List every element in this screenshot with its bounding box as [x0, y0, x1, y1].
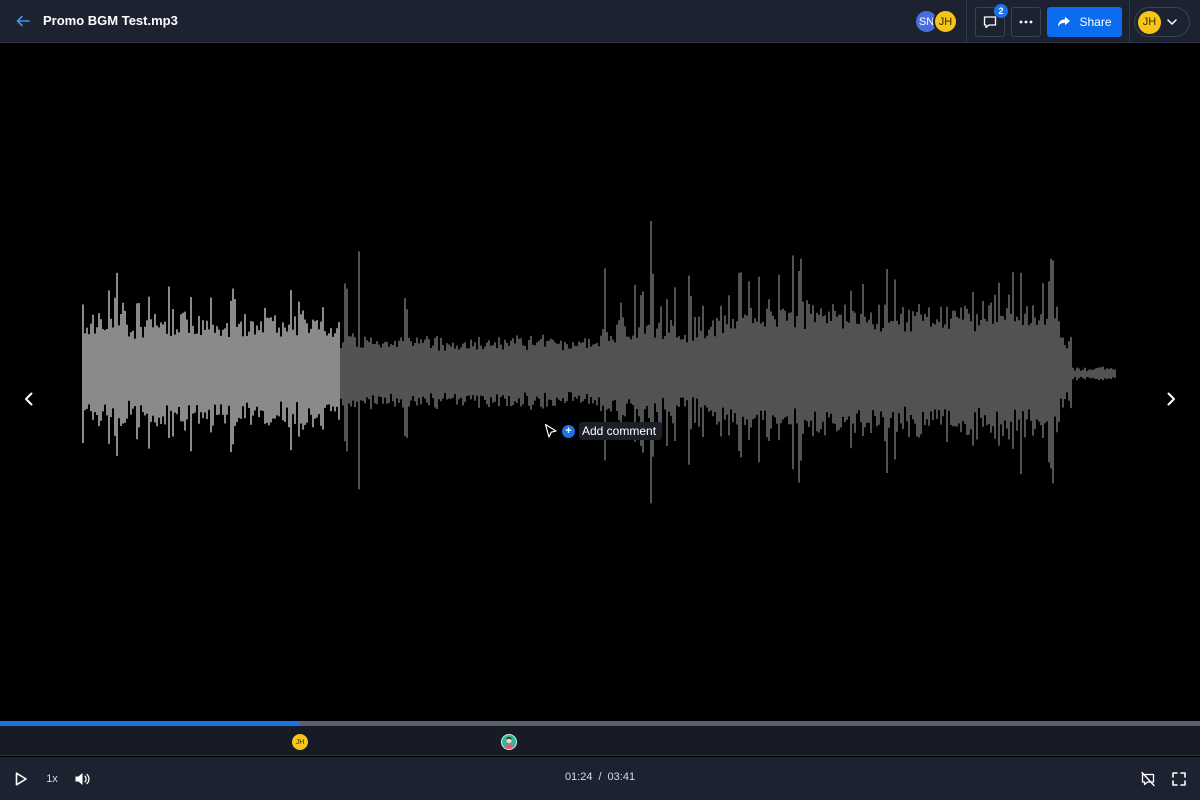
- comment-count-badge: 2: [994, 4, 1008, 18]
- timecode: 01:24 / 03:41: [0, 771, 1200, 783]
- next-file-button[interactable]: [1161, 389, 1181, 409]
- current-time: 01:24: [564, 771, 593, 783]
- back-button[interactable]: [12, 10, 34, 32]
- add-comment-label: Add comment: [579, 422, 663, 440]
- add-comment-plus-icon: +: [562, 424, 575, 438]
- hide-comments-button[interactable]: [1139, 769, 1157, 789]
- previous-file-button[interactable]: [19, 389, 39, 409]
- more-options-button[interactable]: [1011, 7, 1041, 37]
- player-controls: 1x 01:24/03:41: [0, 757, 1200, 800]
- fullscreen-button[interactable]: [1170, 769, 1188, 789]
- header-divider: [1129, 0, 1130, 43]
- file-title: Promo BGM Test.mp3: [43, 13, 178, 28]
- header-divider: [966, 0, 967, 43]
- arrow-left-icon: [16, 15, 30, 27]
- time-separator: /: [598, 771, 602, 783]
- fullscreen-icon: [1172, 772, 1186, 786]
- comments-off-icon: [1141, 771, 1155, 787]
- comment-markers-track: JH: [0, 726, 1200, 756]
- share-arrow-icon: [1058, 16, 1071, 27]
- ellipsis-icon: [1019, 20, 1033, 24]
- share-label: Share: [1079, 15, 1112, 29]
- comments-button[interactable]: 2: [975, 4, 1008, 37]
- comment-marker-photo[interactable]: [500, 734, 517, 750]
- waveform[interactable]: [0, 44, 1200, 721]
- avatar-jh[interactable]: JH: [933, 9, 958, 34]
- comment-marker-jh[interactable]: JH: [292, 734, 308, 750]
- user-avatar: JH: [1138, 10, 1161, 34]
- user-menu[interactable]: JH: [1134, 7, 1190, 37]
- cursor-icon: [544, 423, 557, 438]
- collaborator-avatars[interactable]: SN JH: [914, 9, 958, 34]
- share-button[interactable]: Share: [1047, 7, 1122, 37]
- chevron-left-icon: [25, 392, 33, 406]
- waveform-stage[interactable]: + Add comment: [0, 44, 1200, 721]
- chevron-right-icon: [1167, 392, 1175, 406]
- duration: 03:41: [607, 771, 636, 783]
- chevron-down-icon: [1167, 19, 1177, 25]
- top-bar: Promo BGM Test.mp3 SN JH 2 Share JH: [0, 0, 1200, 43]
- add-comment-tooltip[interactable]: + Add comment: [544, 422, 663, 440]
